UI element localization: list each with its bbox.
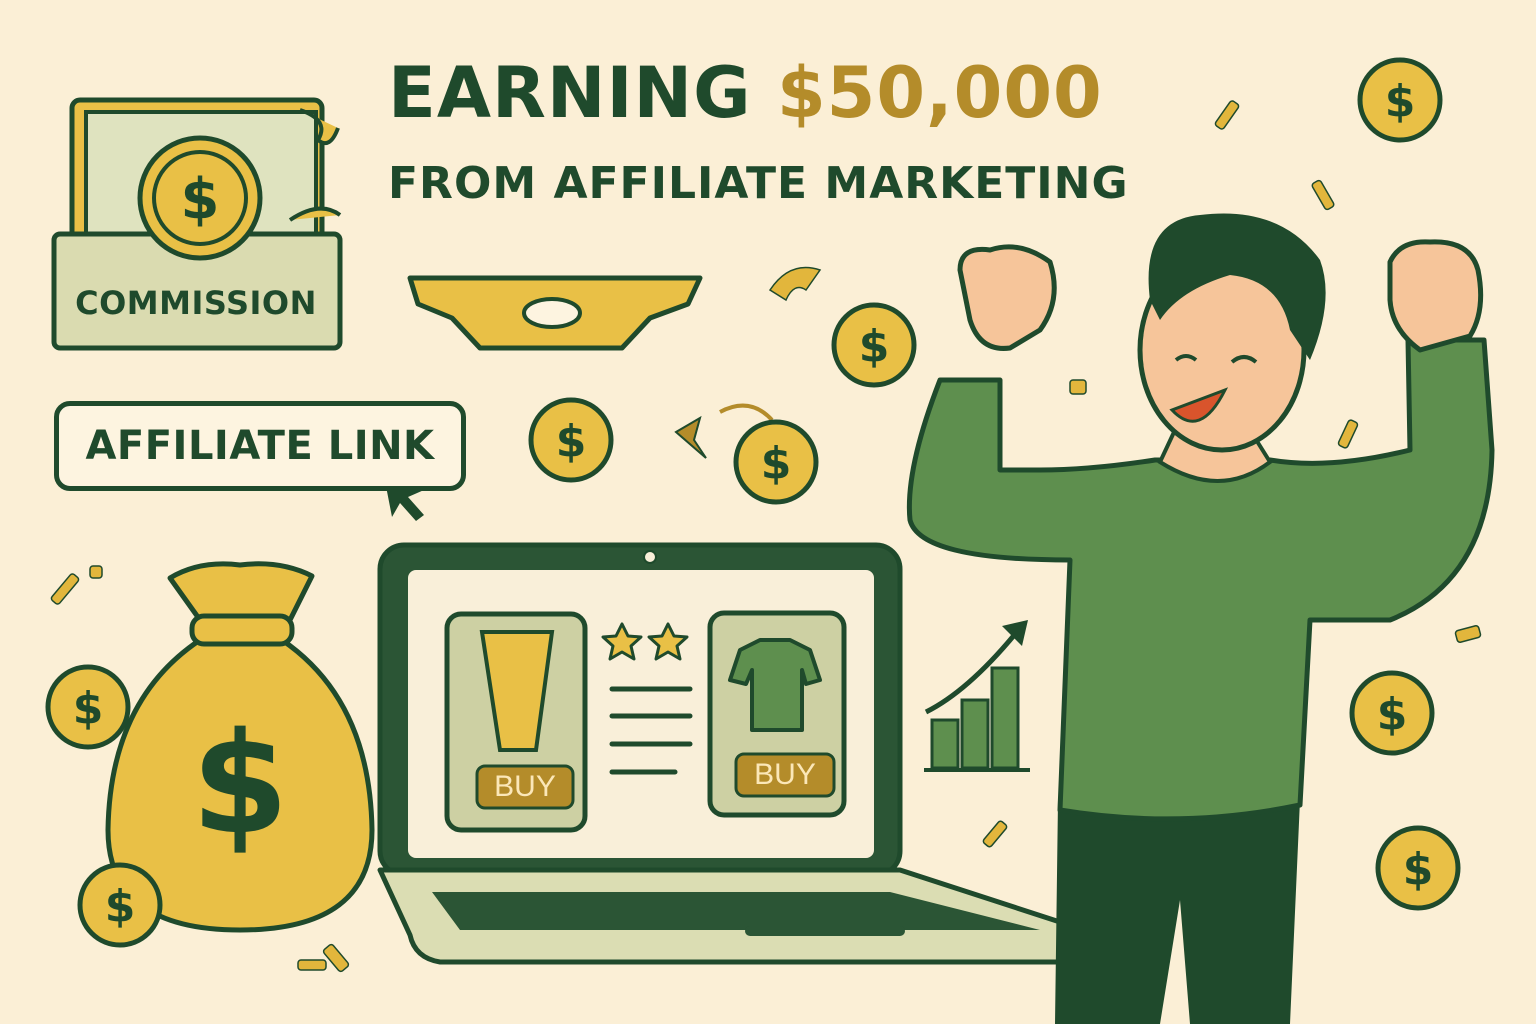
affiliate-link-button[interactable]: AFFILIATE LINK bbox=[54, 401, 466, 491]
subheadline: FROM AFFILIATE MARKETING bbox=[388, 158, 1129, 209]
gold-banner-icon bbox=[407, 275, 703, 351]
coin-symbol: $ bbox=[181, 167, 220, 232]
coin-symbol: $ bbox=[1377, 689, 1408, 740]
coin-symbol: $ bbox=[105, 881, 136, 932]
growth-chart-icon bbox=[924, 620, 1030, 772]
coin-symbol: $ bbox=[1403, 844, 1434, 895]
coin-symbol: $ bbox=[1385, 76, 1416, 127]
coin-symbol: $ bbox=[73, 683, 104, 734]
money-bag-symbol: $ bbox=[191, 703, 288, 866]
headline: EARNING $50,000 bbox=[388, 58, 1103, 128]
buy-button-left[interactable]: BUY bbox=[477, 770, 573, 804]
headline-prefix: EARNING bbox=[388, 52, 752, 134]
buy-button-right[interactable]: BUY bbox=[736, 758, 834, 792]
illustration: $ $ $ $ $ $ $ $ $ $ bbox=[0, 0, 1495, 1024]
coin-symbol: $ bbox=[761, 438, 792, 489]
coin-symbol: $ bbox=[556, 416, 587, 467]
headline-amount: $50,000 bbox=[776, 52, 1103, 134]
coin-symbol: $ bbox=[859, 321, 890, 372]
affiliate-link-label: AFFILIATE LINK bbox=[85, 423, 435, 469]
commission-label: COMMISSION bbox=[75, 284, 317, 322]
